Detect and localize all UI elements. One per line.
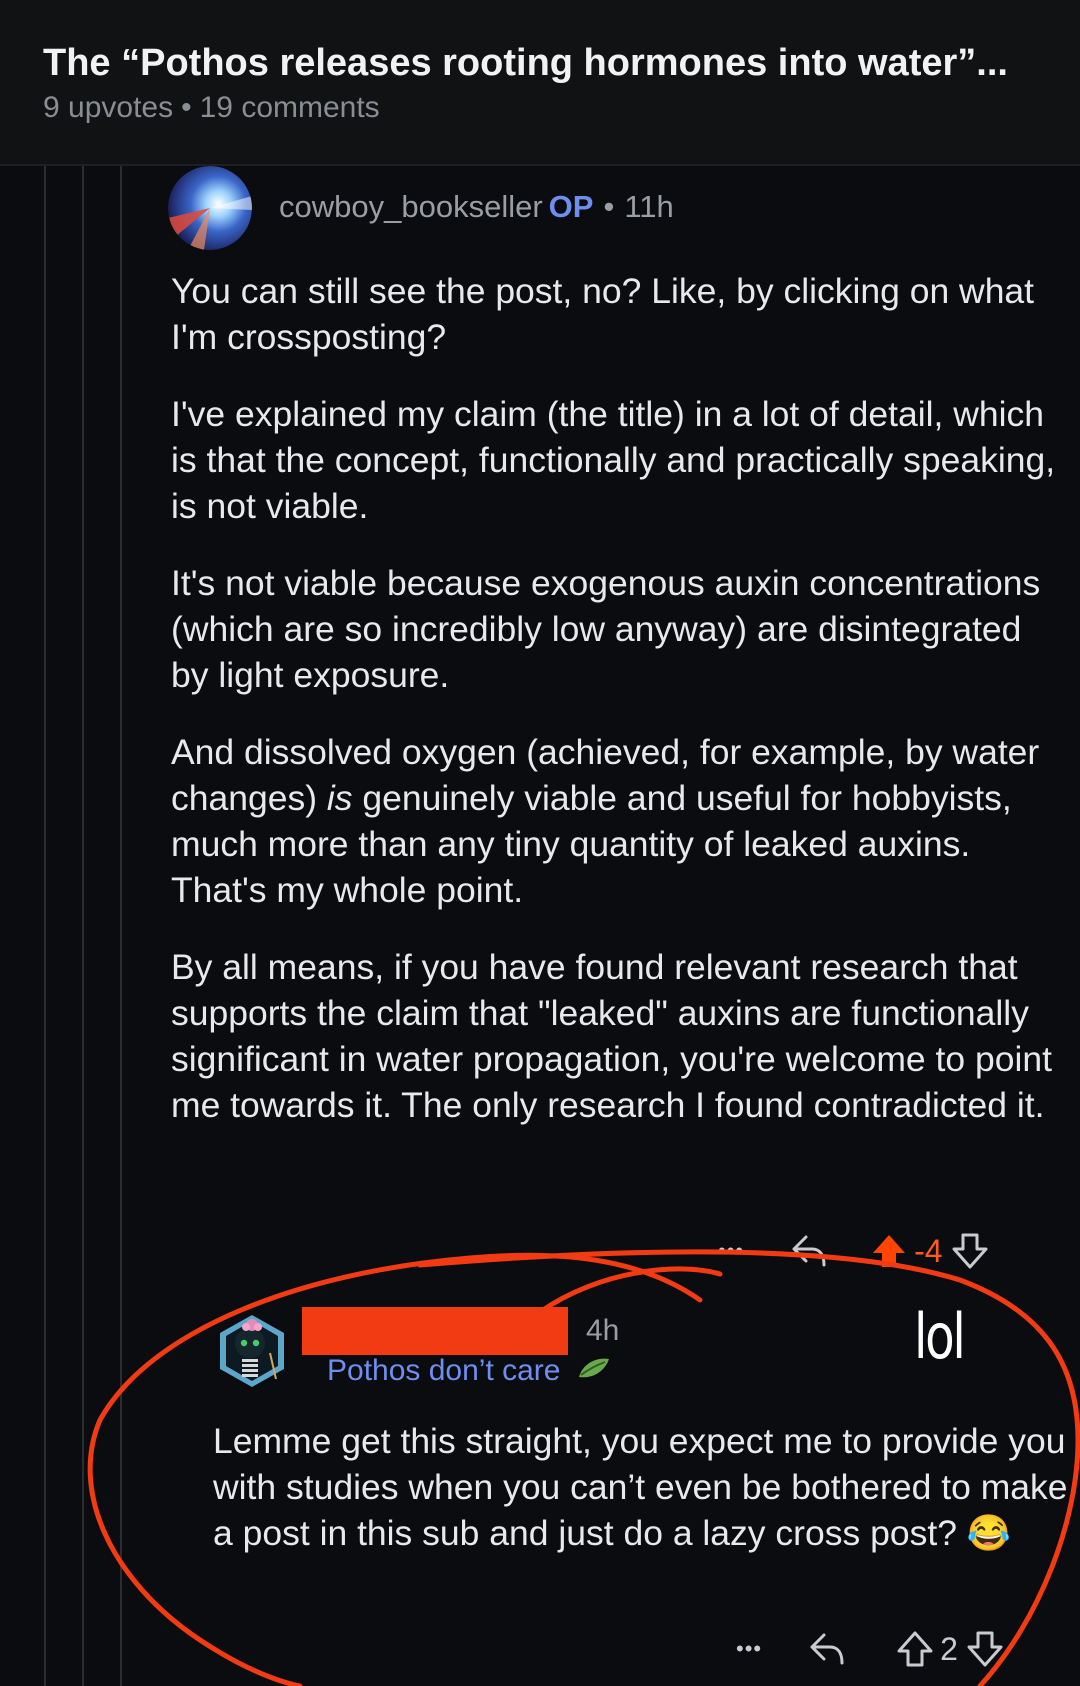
score: -4 <box>914 1232 943 1269</box>
comment-time: 11h <box>624 189 674 224</box>
comment-paragraph: I've explained my claim (the title) in a… <box>171 394 1056 526</box>
comment-actions: ••• 2 <box>736 1630 1004 1668</box>
separator-dot: • <box>181 91 192 124</box>
username[interactable]: cowboy_bookseller <box>279 189 543 224</box>
thread-line[interactable] <box>44 166 46 1686</box>
downvote-icon[interactable] <box>951 1232 989 1270</box>
upvote-icon[interactable] <box>896 1630 934 1668</box>
comment-count: 19 comments <box>199 91 380 124</box>
italic-text: is <box>326 778 353 818</box>
more-options-button[interactable]: ••• <box>736 1636 762 1662</box>
post-meta: 9 upvotes • 19 comments <box>43 91 380 125</box>
comment-actions: ••• -4 <box>718 1232 989 1270</box>
upvote-icon[interactable] <box>870 1232 908 1270</box>
separator-dot: • <box>603 189 615 224</box>
reply-icon[interactable] <box>808 1631 848 1667</box>
more-options-button[interactable]: ••• <box>718 1238 744 1264</box>
post-title[interactable]: The “Pothos releases rooting hormones in… <box>43 42 1053 85</box>
upvote-count: 9 upvotes <box>43 91 174 124</box>
leaf-icon <box>577 1355 611 1389</box>
flair-text: Pothos don’t care <box>327 1354 561 1387</box>
thread-line[interactable] <box>82 166 84 1686</box>
comment-paragraph: It's not viable because exogenous auxin … <box>171 563 1041 695</box>
downvote-icon[interactable] <box>966 1630 1004 1668</box>
op-badge: OP <box>548 189 594 224</box>
redacted-username <box>302 1307 568 1355</box>
comment-body: Lemme get this straight, you expect me t… <box>213 1421 1068 1553</box>
user-flair: Pothos don’t care <box>327 1354 611 1389</box>
thread-line[interactable] <box>120 166 122 1686</box>
comment-time: 4h <box>586 1314 620 1347</box>
reply-icon[interactable] <box>790 1233 830 1269</box>
post-header: The “Pothos releases rooting hormones in… <box>0 0 1080 166</box>
comment-paragraph: And dissolved oxygen (achieved, for exam… <box>171 729 1061 913</box>
avatar[interactable] <box>214 1313 290 1389</box>
score: 2 <box>940 1630 958 1667</box>
comment-paragraph: By all means, if you have found relevant… <box>171 947 1052 1125</box>
comment-body: You can still see the post, no? Like, by… <box>171 268 1061 1159</box>
annotation-text: lol <box>914 1300 966 1373</box>
comment-paragraph: You can still see the post, no? Like, by… <box>171 271 1035 357</box>
avatar[interactable] <box>168 166 252 250</box>
comment-meta: cowboy_bookseller OP • 11h <box>279 189 674 225</box>
